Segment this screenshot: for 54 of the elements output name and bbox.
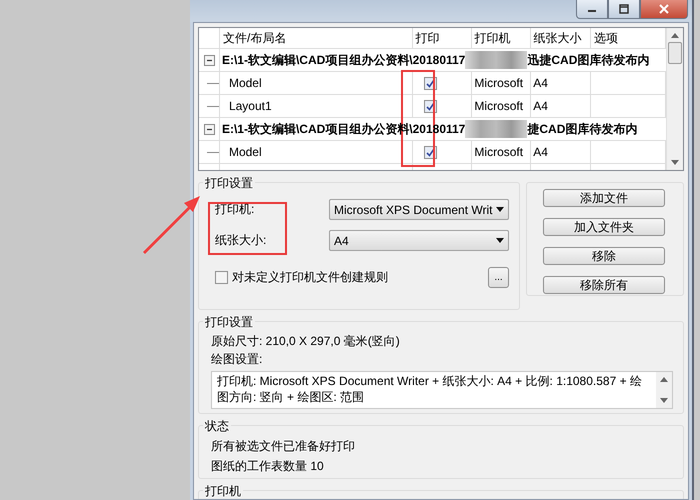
status-text: 所有被选文件已准备好打印 [211,438,356,455]
scroll-up-icon[interactable] [671,33,680,38]
close-button[interactable] [640,0,688,19]
checkbox-label[interactable]: 对未定义打印机文件创建规则 [232,269,388,286]
checkbox[interactable] [215,271,228,284]
scroll-down-icon[interactable] [671,160,680,165]
table-cell: A4 [531,72,592,94]
action-button[interactable]: 添加文件 [543,189,665,207]
file-path: 捷CAD图库待发布内 [527,120,638,138]
status-text: 图纸的工作表数量 10 [211,458,325,475]
minimize-button[interactable] [576,0,608,19]
table-cell: Model [220,72,413,94]
collapse-icon[interactable] [204,54,215,66]
scroll-up-icon[interactable] [660,377,668,382]
action-button[interactable]: 加入文件夹 [543,218,665,236]
group-title: 打印设置 [203,175,255,192]
group-title: 打印机 [203,483,243,499]
table-cell: Microsoft [472,95,532,117]
table-cell: Layout1 [220,95,413,117]
field-label: 纸张大小: [215,232,266,249]
text-area[interactable]: 打印机: Microsoft XPS Document Writer + 纸张大小: A4 + 比例: 1:1080.587 + 绘图方向: 竖向 + 绘图区: 范围 [211,371,673,409]
close-icon [658,4,670,14]
column-header[interactable]: 文件/布局名 [220,28,413,48]
scrollbar[interactable] [666,28,683,170]
table-cell: A4 [531,141,592,163]
scroll-down-icon[interactable] [660,398,668,403]
table-cell: A4 [531,95,592,117]
blurred-region [465,120,528,138]
column-header[interactable]: 纸张大小 [531,28,592,48]
action-button[interactable]: 移除所有 [543,276,665,294]
size-text: 原始尺寸: 210,0 X 297,0 毫米(竖向) [211,333,401,350]
field-label: 绘图设置: [211,351,264,368]
file-path: 迅捷CAD图库待发布内 [527,52,650,68]
caret-icon [496,207,504,212]
group-title: 打印设置 [203,314,255,331]
collapse-icon[interactable] [204,124,215,134]
caret-icon [496,238,504,243]
action-button[interactable]: 移除 [543,247,665,265]
maximize-icon [618,4,630,14]
scroll-thumb[interactable] [668,42,682,64]
column-header[interactable]: 打印 [412,28,472,48]
table-cell: Microsoft [472,141,532,163]
tree-line [207,82,219,84]
field-label: 打印机: [215,201,254,218]
dropdown[interactable]: Microsoft XPS Document Writ [329,199,509,220]
group-title: 状态 [203,418,231,435]
table-cell: Model [220,141,413,163]
maximize-button[interactable] [608,0,640,19]
column-header[interactable]: 打印机 [472,28,532,48]
more-button[interactable]: ... [488,267,509,288]
dropdown[interactable]: A4 [329,230,509,251]
file-path: E:\1-软文编辑\CAD项目组办公资料\20180117 [222,52,466,68]
blurred-region [465,51,528,69]
table-cell: Microsoft [472,72,532,94]
